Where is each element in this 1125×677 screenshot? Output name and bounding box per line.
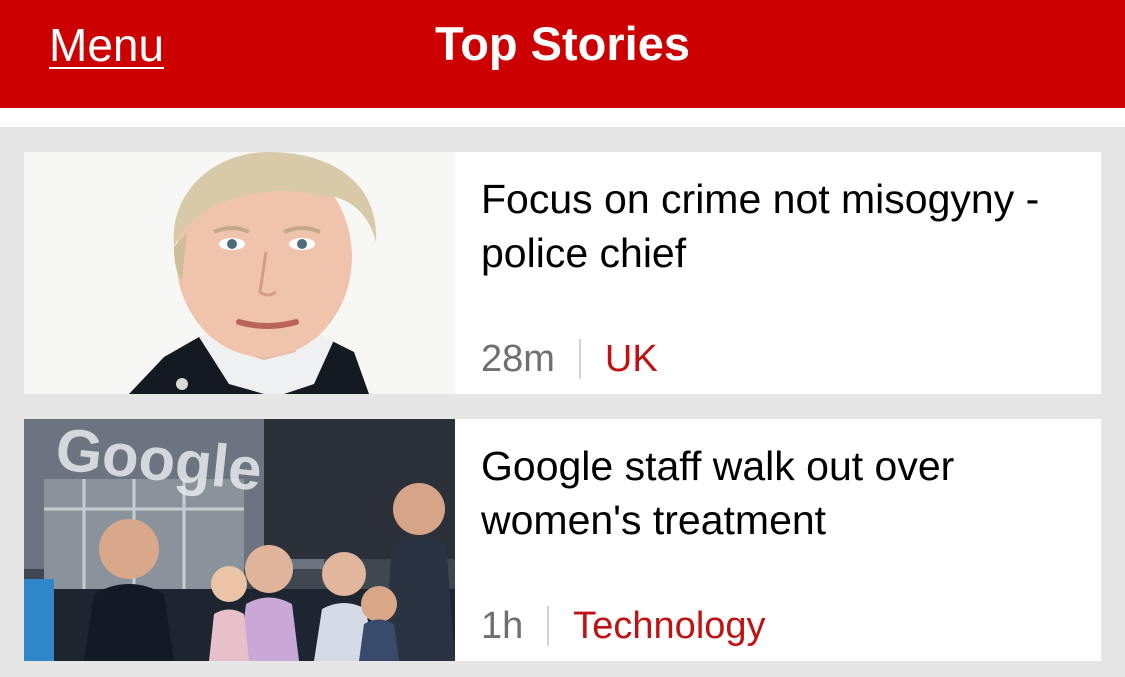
story-section-link[interactable]: UK — [605, 336, 658, 382]
story-timestamp: 1h — [481, 605, 524, 647]
story-meta: 1h Technology — [481, 603, 766, 649]
story-timestamp: 28m — [481, 338, 555, 380]
story-thumbnail[interactable] — [24, 152, 455, 394]
story-headline[interactable]: Google staff walk out over women's treat… — [481, 439, 1081, 547]
story-headline[interactable]: Focus on crime not misogyny - police chi… — [481, 172, 1081, 280]
story-card[interactable]: Google Google staff walk out over women'… — [24, 419, 1101, 661]
google-walkout-photo-image: Google — [24, 419, 455, 661]
story-meta: 28m UK — [481, 336, 658, 382]
meta-divider — [578, 339, 581, 379]
story-card[interactable]: Focus on crime not misogyny - police chi… — [24, 152, 1101, 394]
page-title: Top Stories — [434, 17, 691, 70]
story-thumbnail[interactable]: Google — [24, 419, 455, 661]
meta-divider — [547, 606, 550, 646]
top-bar: Menu Top Stories — [0, 0, 1125, 108]
police-chief-portrait-image — [24, 152, 455, 394]
header-divider — [0, 108, 1125, 127]
menu-button[interactable]: Menu — [49, 18, 164, 72]
story-section-link[interactable]: Technology — [573, 603, 765, 649]
